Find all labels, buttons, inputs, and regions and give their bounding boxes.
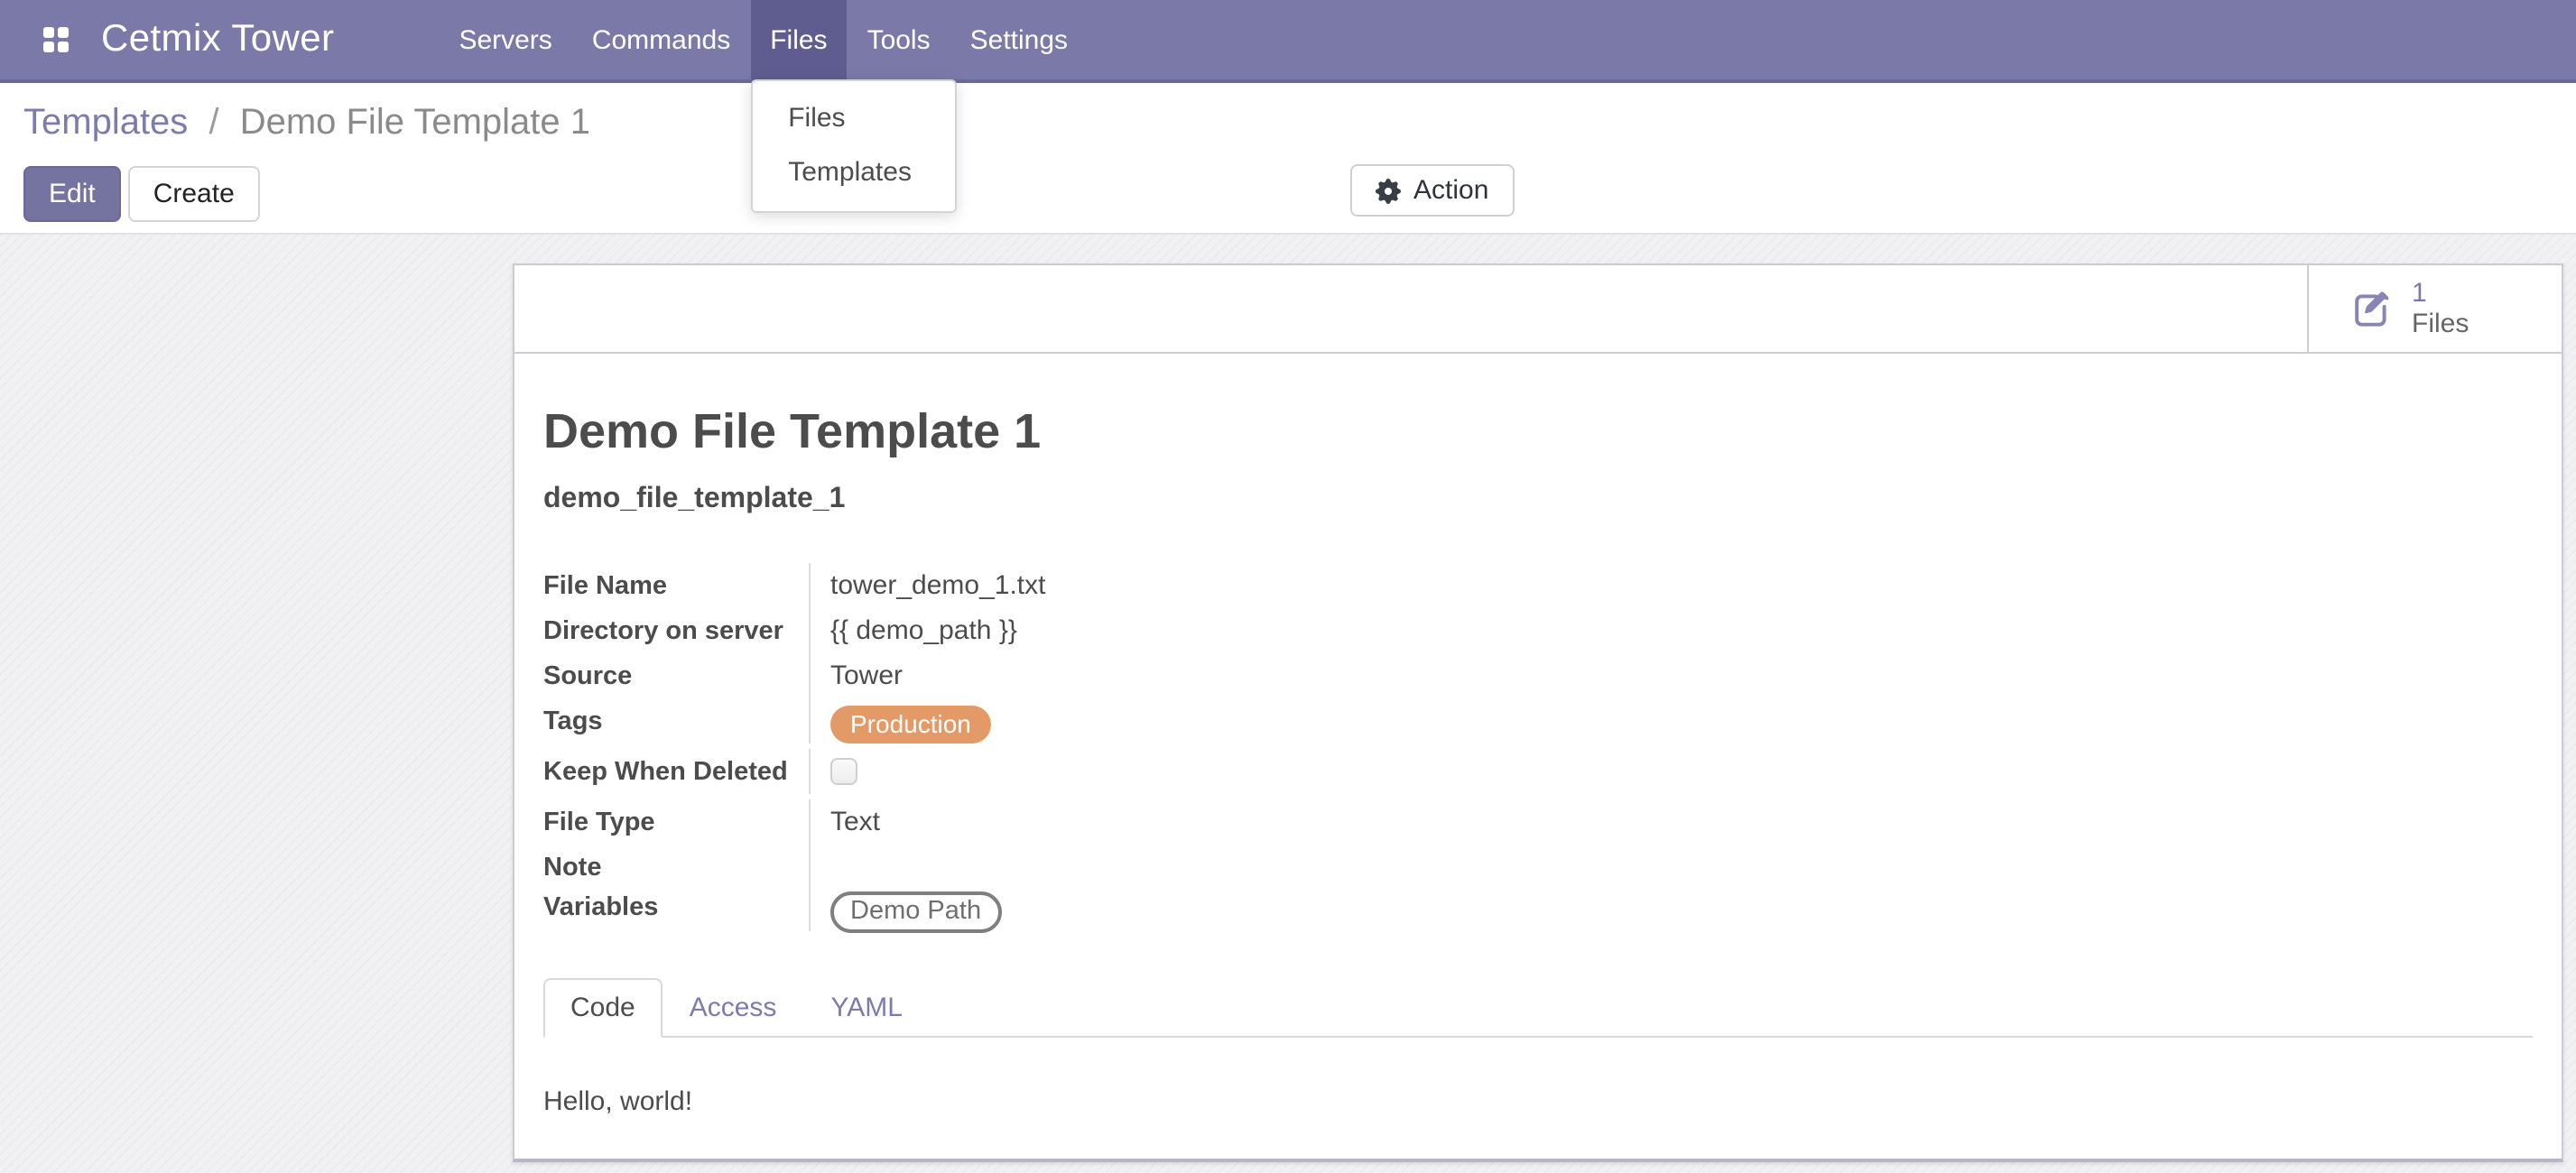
button-box: 1 Files xyxy=(514,265,2562,354)
dropdown-item-files[interactable]: Files xyxy=(752,92,955,146)
menu-servers[interactable]: Servers xyxy=(439,0,571,79)
app-window: Cetmix Tower Servers Commands Files File… xyxy=(0,0,2576,1173)
record-title: Demo File Template 1 xyxy=(543,404,2533,458)
apps-grid-icon xyxy=(43,27,69,52)
code-content: Hello, world! xyxy=(543,1084,2533,1118)
field-value-note xyxy=(811,845,830,857)
files-stat-button[interactable]: 1 Files xyxy=(2307,265,2562,352)
top-navbar: Cetmix Tower Servers Commands Files File… xyxy=(0,0,2576,83)
create-button[interactable]: Create xyxy=(128,166,260,222)
field-label: File Type xyxy=(543,799,811,845)
field-row-keep-when-deleted: Keep When Deleted xyxy=(543,749,1554,799)
edit-button[interactable]: Edit xyxy=(23,166,121,222)
field-group: File Name tower_demo_1.txt Directory on … xyxy=(543,563,1554,939)
control-panel: Templates / Demo File Template 1 Edit Cr… xyxy=(0,83,2576,235)
field-label: File Name xyxy=(543,563,811,608)
form-sheet: 1 Files Demo File Template 1 demo_file_t… xyxy=(513,263,2563,1162)
files-dropdown: Files Templates xyxy=(750,79,957,213)
notebook-tabs: Code Access YAML xyxy=(543,977,2533,1037)
apps-menu-button[interactable] xyxy=(0,0,90,79)
field-label: Keep When Deleted xyxy=(543,749,811,794)
menu-commands[interactable]: Commands xyxy=(572,0,750,79)
brand-title: Cetmix Tower xyxy=(90,0,345,79)
stat-text: 1 Files xyxy=(2412,278,2469,339)
field-label: Directory on server xyxy=(543,608,811,653)
breadcrumb-current: Demo File Template 1 xyxy=(240,103,590,143)
field-label: Note xyxy=(543,845,811,885)
variable-demo-path-pill: Demo Path xyxy=(830,891,1001,933)
content-area: 1 Files Demo File Template 1 demo_file_t… xyxy=(0,235,2576,1173)
keep-when-deleted-checkbox[interactable] xyxy=(830,757,857,784)
breadcrumb: Templates / Demo File Template 1 xyxy=(23,83,2553,146)
stat-label: Files xyxy=(2412,309,2469,339)
field-value-keep-when-deleted xyxy=(811,749,857,799)
main-menu: Servers Commands Files Files Templates T… xyxy=(439,0,1088,79)
field-label: Tags xyxy=(543,698,811,744)
tag-production: Production xyxy=(830,705,991,743)
field-row-tags: Tags Production xyxy=(543,698,1554,749)
gear-icon xyxy=(1376,178,1401,203)
menu-files[interactable]: Files Files Templates xyxy=(750,0,847,79)
field-row-source: Source Tower xyxy=(543,653,1554,698)
field-label: Variables xyxy=(543,885,811,930)
tab-yaml[interactable]: YAML xyxy=(803,977,929,1037)
dropdown-item-templates[interactable]: Templates xyxy=(752,146,955,200)
menu-tools[interactable]: Tools xyxy=(848,0,950,79)
field-value-directory: {{ demo_path }} xyxy=(811,608,1017,653)
field-row-note: Note xyxy=(543,845,1554,885)
field-row-variables: Variables Demo Path xyxy=(543,885,1554,939)
field-value-file-type: Text xyxy=(811,799,880,845)
field-row-directory: Directory on server {{ demo_path }} xyxy=(543,608,1554,653)
tab-access[interactable]: Access xyxy=(663,977,804,1037)
field-row-file-type: File Type Text xyxy=(543,799,1554,845)
action-menu-button[interactable]: Action xyxy=(1350,164,1514,217)
field-row-file-name: File Name tower_demo_1.txt xyxy=(543,563,1554,608)
menu-settings[interactable]: Settings xyxy=(950,0,1088,79)
stat-value: 1 xyxy=(2412,278,2469,309)
action-button-label: Action xyxy=(1413,175,1488,206)
field-value-tags: Production xyxy=(811,698,991,749)
record-reference: demo_file_template_1 xyxy=(543,484,2533,516)
edit-file-icon xyxy=(2349,286,2394,331)
breadcrumb-templates-link[interactable]: Templates xyxy=(23,103,188,143)
field-label: Source xyxy=(543,653,811,698)
field-value-source: Tower xyxy=(811,653,903,698)
field-value-variables: Demo Path xyxy=(811,885,1001,939)
field-value-file-name: tower_demo_1.txt xyxy=(811,563,1045,608)
tab-code[interactable]: Code xyxy=(543,977,663,1037)
sheet-body: Demo File Template 1 demo_file_template_… xyxy=(514,354,2562,939)
breadcrumb-separator: / xyxy=(198,103,229,143)
form-buttons: Edit Create xyxy=(23,166,2553,222)
